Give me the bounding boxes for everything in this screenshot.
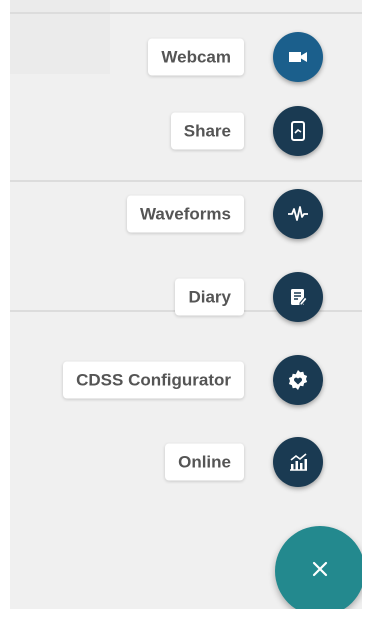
speed-dial-item-diary[interactable]: Diary xyxy=(0,267,372,327)
speed-dial-item-online[interactable]: Online xyxy=(0,432,372,492)
divider xyxy=(10,180,372,182)
webcam-label[interactable]: Webcam xyxy=(148,38,244,76)
diary-button[interactable] xyxy=(273,272,323,322)
speed-dial-item-webcam[interactable]: Webcam xyxy=(0,27,372,87)
screen-share-icon xyxy=(286,119,310,143)
videocam-icon xyxy=(286,45,310,69)
speed-dial-item-cdss-configurator[interactable]: CDSS Configurator xyxy=(0,350,372,410)
diary-label[interactable]: Diary xyxy=(175,278,244,316)
cdss-configurator-button[interactable] xyxy=(273,355,323,405)
divider xyxy=(10,12,372,14)
page-edge xyxy=(362,0,372,619)
share-button[interactable] xyxy=(273,106,323,156)
cdss-configurator-label[interactable]: CDSS Configurator xyxy=(63,361,244,399)
speed-dial-item-share[interactable]: Share xyxy=(0,101,372,161)
online-label[interactable]: Online xyxy=(165,443,244,481)
share-label[interactable]: Share xyxy=(170,112,244,150)
speed-dial-item-waveforms[interactable]: Waveforms xyxy=(0,184,372,244)
page-edge xyxy=(0,609,372,619)
waveform-icon xyxy=(286,202,310,226)
analytics-chart-icon xyxy=(286,450,310,474)
online-button[interactable] xyxy=(273,437,323,487)
settings-heart-icon xyxy=(286,368,310,392)
waveforms-label[interactable]: Waveforms xyxy=(126,195,244,233)
close-speed-dial-button[interactable] xyxy=(275,526,365,616)
close-icon xyxy=(308,557,332,586)
diary-icon xyxy=(286,285,310,309)
webcam-button[interactable] xyxy=(273,32,323,82)
waveforms-button[interactable] xyxy=(273,189,323,239)
